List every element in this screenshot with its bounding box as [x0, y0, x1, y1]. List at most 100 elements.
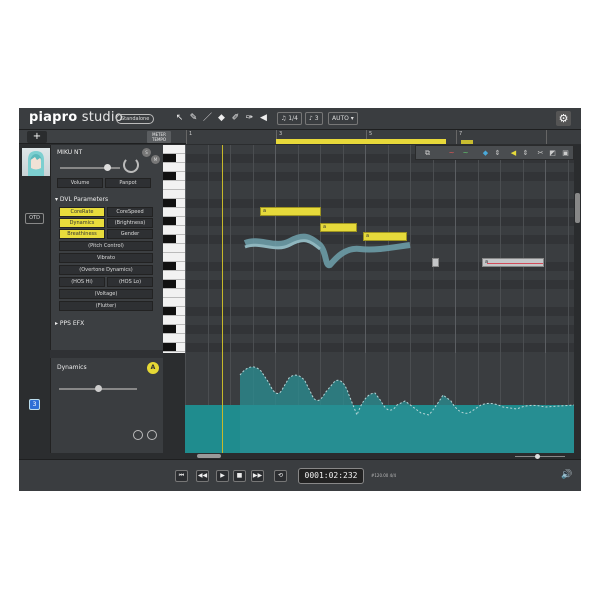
key-separator [163, 243, 185, 244]
singer-avatar[interactable] [22, 148, 50, 176]
note-lyric: a [263, 208, 267, 214]
track-number-badge[interactable]: 3 [29, 399, 40, 410]
stop-icon[interactable]: ■ [233, 470, 246, 482]
line-icon[interactable]: ／ [202, 113, 213, 124]
pps-efx-header[interactable]: ▸ PPS EFX [55, 320, 84, 327]
dynamics-vertical-scrollbar[interactable] [574, 353, 581, 453]
param-corerate[interactable]: CoreRate [59, 207, 105, 217]
key-separator [163, 351, 185, 352]
pencil-icon[interactable]: ✎ [188, 113, 199, 124]
zoom-slider[interactable] [515, 456, 565, 457]
fit-view-icon[interactable]: ▣ [560, 148, 571, 158]
add-track-button[interactable]: + [27, 131, 47, 143]
dynamics-title: Dynamics [57, 364, 87, 371]
track-list-column: OTD 3 [19, 145, 50, 453]
loop-range-bar[interactable] [276, 139, 446, 144]
param-voltage[interactable]: (Voltage) [59, 289, 153, 299]
reset-icon[interactable] [147, 430, 157, 440]
param-overtone-dynamics[interactable]: (Overtone Dynamics) [59, 265, 153, 275]
param-hos-lo[interactable]: (HOS Lo) [107, 277, 153, 287]
note-grid[interactable]: a a a a ⧉ ~ ~ ◆ ⇕ ◀ ⇕ ✂ ◩ ▣ [185, 145, 574, 353]
note-length-select[interactable]: ♪ 3 [305, 112, 323, 125]
param-hos-hi[interactable]: (HOS Hi) [59, 277, 105, 287]
param-dynamics[interactable]: Dynamics [59, 218, 105, 228]
key-separator [163, 333, 185, 334]
piano-keyboard[interactable] [163, 145, 185, 353]
volume-slider-handle[interactable] [104, 164, 111, 171]
note[interactable]: a [320, 223, 357, 232]
ruler-number: 5 [369, 131, 373, 137]
play-icon[interactable]: ▶ [216, 470, 229, 482]
note[interactable]: a [260, 207, 321, 216]
erase-brush-icon[interactable]: ✑ [244, 113, 255, 124]
dynamics-slider-handle[interactable] [95, 385, 102, 392]
otd-button[interactable]: OTD [25, 213, 44, 224]
note[interactable] [432, 258, 439, 267]
horizontal-scroll-thumb[interactable] [197, 454, 221, 458]
smooth-pitch-icon[interactable]: ~ [460, 148, 471, 158]
speaker-icon[interactable]: ◀ [258, 113, 269, 124]
auto-select[interactable]: AUTO ▾ [328, 112, 358, 125]
panpot-label: Panpot [105, 178, 151, 188]
panel-divider[interactable] [50, 350, 163, 358]
param-breathiness[interactable]: Breathiness [59, 229, 105, 239]
pitch-curve [243, 233, 411, 269]
brush-icon[interactable]: ✐ [230, 113, 241, 124]
dynamics-panel: Dynamics A [50, 358, 163, 453]
panpot-knob[interactable] [123, 157, 139, 173]
piapro-studio-window: piapro studio Standalone ↖ ✎ ／ ◆ ✐ ✑ ◀ ♫… [19, 108, 581, 491]
note[interactable]: a [363, 232, 407, 241]
param-vibrato[interactable]: Vibrato [59, 253, 153, 263]
select-notes-icon[interactable]: ⧉ [422, 148, 433, 158]
timeline-ruler[interactable]: 1 3 5 7 [186, 130, 581, 144]
fast-forward-icon[interactable]: ▶▶ [251, 470, 264, 482]
knob-icon[interactable] [133, 430, 143, 440]
draw-mode-icon[interactable]: ◆ [480, 148, 491, 158]
master-volume-icon[interactable]: 🔊 [561, 470, 572, 480]
solo-button[interactable]: S [142, 148, 151, 157]
audio-preview-icon[interactable]: ◀ [508, 148, 519, 158]
join-note-icon[interactable]: ◩ [547, 148, 558, 158]
mode-select-icon[interactable]: ⇕ [492, 148, 503, 158]
dvl-parameters-header[interactable]: ▾ DVL Parameters [55, 196, 108, 203]
param-brightness[interactable]: (Brightness) [107, 218, 153, 228]
volume-slider[interactable] [60, 167, 120, 169]
rewind-icon[interactable]: ◀◀ [196, 470, 209, 482]
ruler-number: 7 [459, 131, 463, 137]
split-note-icon[interactable]: ✂ [535, 148, 546, 158]
gear-icon[interactable]: ⚙ [556, 111, 571, 126]
loop-range-end-marker[interactable] [461, 140, 473, 144]
dynamics-graph[interactable] [185, 353, 574, 453]
note-edit-toolbar: ⧉ ~ ~ ◆ ⇕ ◀ ⇕ ✂ ◩ ▣ [415, 145, 574, 160]
cursor-arrow-icon[interactable]: ↖ [174, 113, 185, 124]
tempo-display[interactable]: #120.00 4/4 [371, 473, 396, 478]
param-gender[interactable]: Gender [107, 229, 153, 239]
key-separator [163, 270, 185, 271]
note-lyric: a [366, 233, 370, 239]
title-bar: piapro studio Standalone ↖ ✎ ／ ◆ ✐ ✑ ◀ ♫… [19, 108, 581, 130]
mute-button[interactable]: M [151, 155, 160, 164]
param-flutter[interactable]: (Flutter) [59, 301, 153, 311]
quantize-select[interactable]: ♫ 1/4 [277, 112, 302, 125]
singer-parameter-panel: MIKU NT S M Volume Panpot ▾ DVL Paramete… [50, 145, 163, 350]
note-length-value: 3 [314, 115, 319, 122]
key-separator [163, 315, 185, 316]
note-pitch-line [487, 263, 543, 264]
miku-portrait-icon [28, 151, 44, 176]
key-separator [163, 288, 185, 289]
param-pitch-control[interactable]: (Pitch Control) [59, 241, 153, 251]
audio-select-icon[interactable]: ⇕ [520, 148, 531, 158]
playhead[interactable] [222, 145, 223, 353]
vertical-scrollbar[interactable] [574, 145, 581, 353]
automation-badge[interactable]: A [147, 362, 159, 374]
pps-efx-title: PPS EFX [59, 320, 85, 327]
eraser-icon[interactable]: ◆ [216, 113, 227, 124]
auto-pitch-icon[interactable]: ~ [446, 148, 457, 158]
skip-to-start-icon[interactable]: ⏮ [175, 470, 188, 482]
ruler-number: 1 [189, 131, 193, 137]
loop-icon[interactable]: ⟲ [274, 470, 287, 482]
volume-label: Volume [57, 178, 103, 188]
vertical-scroll-thumb[interactable] [575, 193, 580, 223]
param-corespeed[interactable]: CoreSpeed [107, 207, 153, 217]
meter-tempo-button[interactable]: METER TEMPO [147, 131, 171, 143]
